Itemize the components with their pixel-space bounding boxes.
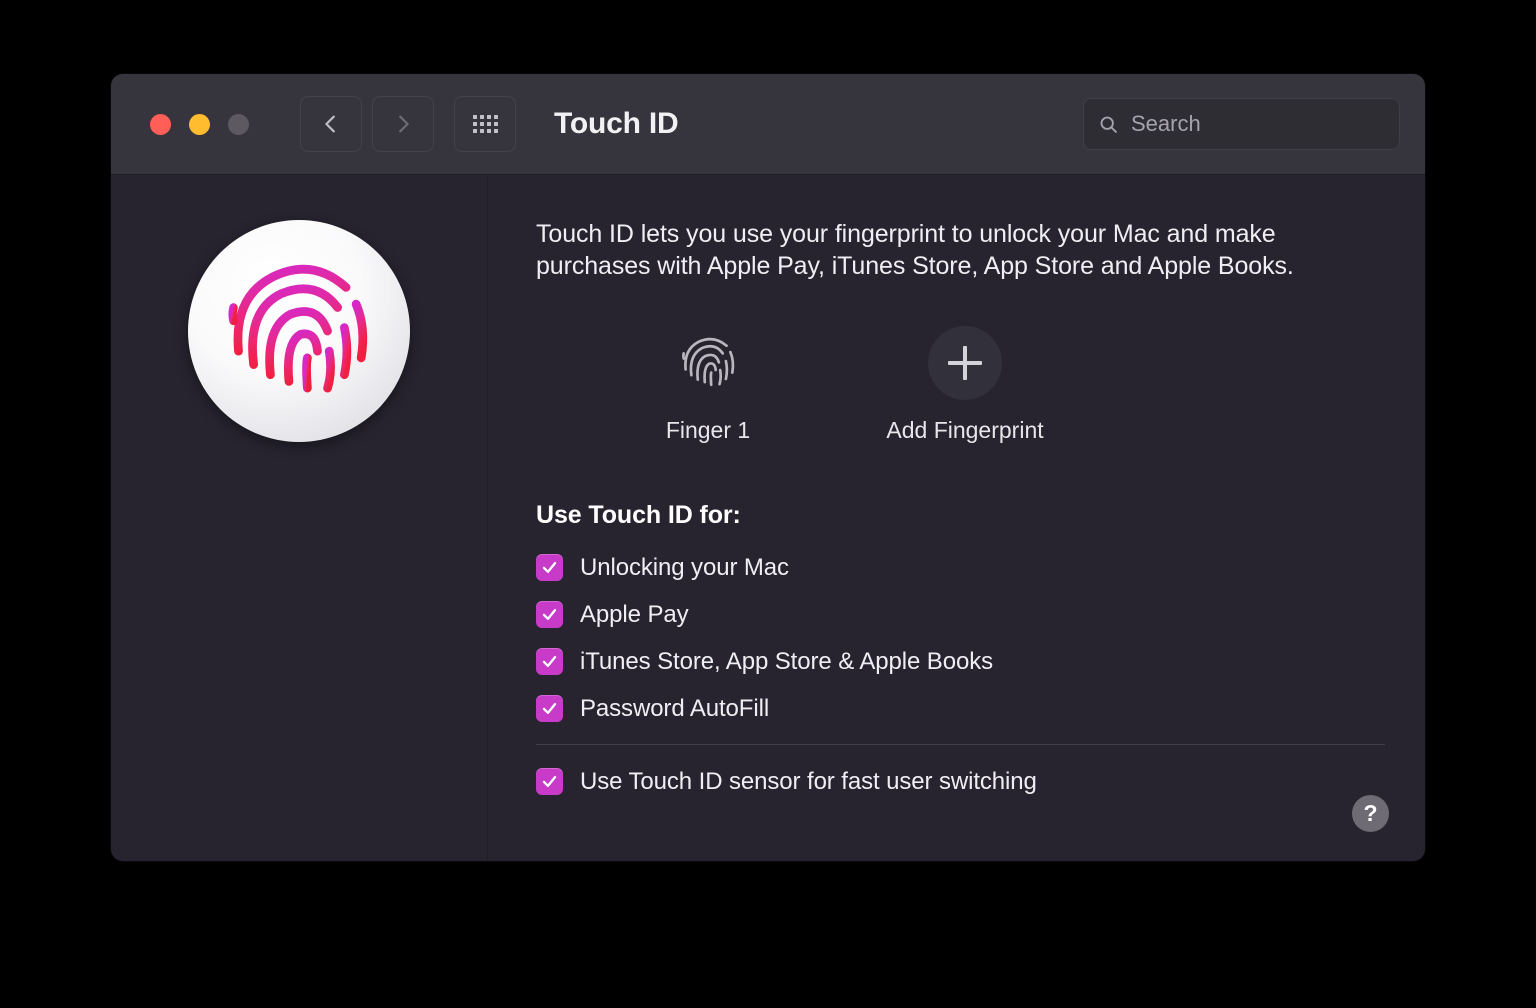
help-button[interactable]: ?: [1352, 795, 1389, 832]
zoom-window-button[interactable]: [228, 113, 249, 135]
description-text: Touch ID lets you use your fingerprint t…: [536, 220, 1294, 280]
fingerprint-label: Finger 1: [665, 417, 751, 443]
checkbox-apple-pay[interactable]: [536, 601, 563, 628]
add-fingerprint-button[interactable]: [928, 326, 1002, 400]
checkmark-icon: [542, 655, 557, 668]
add-fingerprint-label: Add Fingerprint: [886, 417, 1044, 443]
window-toolbar: Touch ID Search: [111, 74, 1425, 175]
checkbox-password-autofill[interactable]: [536, 695, 563, 722]
fingerprints-row: Finger 1 Add Fingerprint: [536, 326, 1425, 444]
show-all-grid-icon: [472, 115, 498, 133]
window-body: Touch ID lets you use your fingerprint t…: [111, 175, 1425, 861]
chevron-right-icon: [399, 115, 409, 133]
navigation-button-group: [300, 96, 434, 152]
touch-id-options-list: Unlocking your Mac Apple Pay iTunes Stor…: [536, 544, 1425, 805]
add-fingerprint-item[interactable]: Add Fingerprint: [886, 326, 1044, 444]
plus-icon: [948, 346, 982, 380]
search-icon: [1100, 116, 1117, 133]
minimize-window-button[interactable]: [189, 113, 210, 135]
option-label: Use Touch ID sensor for fast user switch…: [580, 767, 1037, 795]
page-title: Touch ID: [554, 107, 679, 140]
divider: [536, 744, 1385, 745]
icon-sidebar: [111, 175, 488, 861]
fingerprint-item-finger-1[interactable]: Finger 1: [648, 326, 768, 444]
option-label: Unlocking your Mac: [580, 553, 789, 581]
option-label: Password AutoFill: [580, 694, 770, 722]
fingerprint-glyph: [682, 337, 735, 387]
option-row-fast-user-switching[interactable]: Use Touch ID sensor for fast user switch…: [536, 758, 1425, 805]
forward-button[interactable]: [372, 96, 434, 152]
section-title: Use Touch ID for:: [536, 501, 741, 529]
checkbox-itunes-app-store-books[interactable]: [536, 648, 563, 675]
option-row-apple-pay[interactable]: Apple Pay: [536, 591, 1425, 638]
search-placeholder: Search: [1131, 111, 1201, 136]
touch-id-settings-pane: Touch ID lets you use your fingerprint t…: [488, 175, 1425, 861]
system-preferences-window: Touch ID Search Touch ID lets you use yo…: [111, 74, 1425, 861]
fingerprint-icon: [671, 326, 745, 400]
show-all-preferences-button[interactable]: [454, 96, 516, 152]
option-label: iTunes Store, App Store & Apple Books: [580, 647, 993, 675]
checkmark-icon: [542, 702, 557, 715]
chevron-left-icon: [325, 115, 335, 133]
checkmark-icon: [542, 608, 557, 621]
option-row-unlocking-your-mac[interactable]: Unlocking your Mac: [536, 544, 1425, 591]
option-label: Apple Pay: [580, 600, 689, 628]
checkbox-fast-user-switching[interactable]: [536, 768, 563, 795]
fingerprint-graphic: [228, 264, 368, 393]
option-row-itunes-app-store-books[interactable]: iTunes Store, App Store & Apple Books: [536, 638, 1425, 685]
touch-id-app-icon: [188, 220, 410, 442]
close-window-button[interactable]: [150, 113, 171, 135]
traffic-light-group: [150, 113, 249, 135]
search-field[interactable]: Search: [1083, 98, 1400, 150]
checkmark-icon: [542, 775, 557, 788]
option-row-password-autofill[interactable]: Password AutoFill: [536, 685, 1425, 732]
back-button[interactable]: [300, 96, 362, 152]
checkbox-unlocking-your-mac[interactable]: [536, 554, 563, 581]
checkmark-icon: [542, 561, 557, 574]
